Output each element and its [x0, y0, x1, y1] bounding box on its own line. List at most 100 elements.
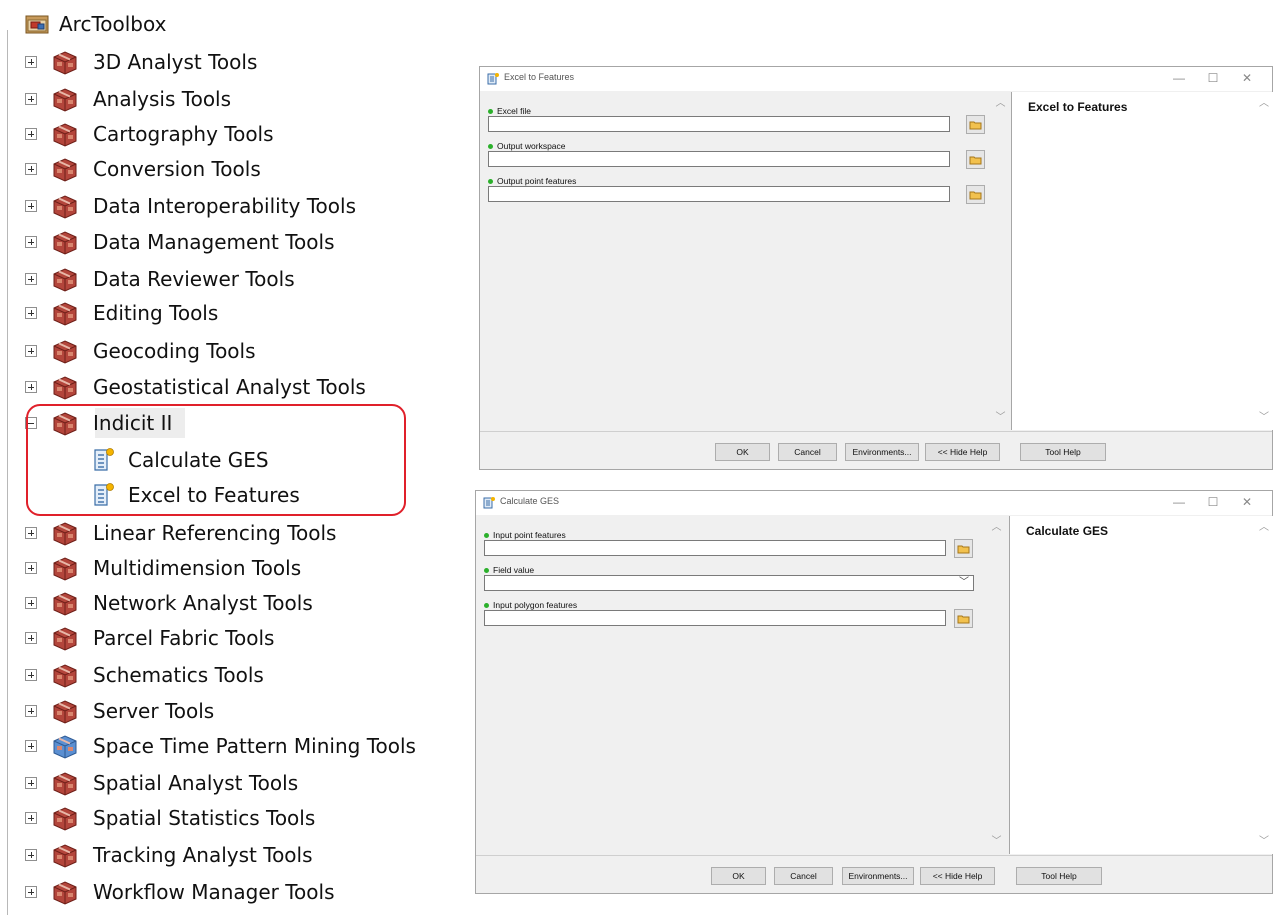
toolbox-item[interactable]: Data Management Tools — [25, 225, 334, 259]
browse-folder-icon[interactable] — [954, 539, 973, 558]
toolbox-item-label: Geostatistical Analyst Tools — [93, 375, 366, 399]
minimize-button[interactable]: — — [1162, 69, 1196, 87]
expand-icon[interactable] — [25, 849, 37, 861]
toolbox-item[interactable]: Editing Tools — [25, 296, 218, 330]
required-dot-icon — [488, 144, 493, 150]
expand-icon[interactable] — [25, 200, 37, 212]
tree-connector-line — [7, 30, 8, 915]
toolbox-item[interactable]: Workflow Manager Tools — [25, 875, 334, 909]
expand-icon[interactable] — [25, 669, 37, 681]
cancel-button[interactable]: Cancel — [778, 443, 837, 461]
expand-icon[interactable] — [25, 740, 37, 752]
toolbox-item[interactable]: Geostatistical Analyst Tools — [25, 370, 366, 404]
ok-button[interactable]: OK — [715, 443, 770, 461]
help-scroll-up-icon[interactable]: ︿ — [1257, 96, 1271, 112]
toolbox-item-label: Network Analyst Tools — [93, 591, 313, 615]
toolbox-item[interactable]: 3D Analyst Tools — [25, 45, 257, 79]
dialog-title: Excel to Features — [504, 72, 575, 82]
hide-help-button[interactable]: << Hide Help — [925, 443, 1000, 461]
toolbox-item[interactable]: Spatial Statistics Tools — [25, 801, 315, 835]
toolbox-item[interactable]: Data Reviewer Tools — [25, 262, 295, 296]
toolbox-icon — [53, 51, 77, 75]
scroll-up-icon[interactable]: ︿ — [992, 96, 1009, 112]
tool-help-button[interactable]: Tool Help — [1016, 867, 1102, 885]
toolbox-icon — [53, 376, 77, 400]
toolbox-item[interactable]: Network Analyst Tools — [25, 586, 313, 620]
toolbox-item[interactable]: Cartography Tools — [25, 117, 274, 151]
expand-icon[interactable] — [25, 562, 37, 574]
expand-icon[interactable] — [25, 93, 37, 105]
expand-icon[interactable] — [25, 56, 37, 68]
maximize-button[interactable]: ☐ — [1196, 69, 1230, 87]
expand-icon[interactable] — [25, 705, 37, 717]
expand-icon[interactable] — [25, 812, 37, 824]
scroll-down-icon[interactable]: ﹀ — [992, 410, 1009, 426]
maximize-button[interactable]: ☐ — [1196, 493, 1230, 511]
minimize-button[interactable]: — — [1162, 493, 1196, 511]
help-panel: Calculate GES ︿ ﹀ — [1009, 516, 1273, 854]
dialog-title: Calculate GES — [500, 496, 560, 506]
help-title: Calculate GES — [1026, 524, 1109, 538]
close-button[interactable]: ✕ — [1230, 493, 1264, 511]
toolbox-item[interactable]: Server Tools — [25, 694, 214, 728]
input-polygon-features-input[interactable] — [484, 610, 946, 626]
toolbox-item[interactable]: Parcel Fabric Tools — [25, 621, 274, 655]
toolbox-item[interactable]: Conversion Tools — [25, 152, 261, 186]
field-value-select[interactable]: ﹀ — [484, 575, 974, 591]
script-tool-icon — [487, 73, 499, 85]
scroll-up-icon[interactable]: ︿ — [988, 520, 1005, 536]
browse-folder-icon[interactable] — [954, 609, 973, 628]
expand-icon[interactable] — [25, 597, 37, 609]
toolbox-item-label: Cartography Tools — [93, 122, 274, 146]
help-scroll-down-icon[interactable]: ﹀ — [1257, 410, 1271, 426]
expand-icon[interactable] — [25, 128, 37, 140]
output-point-features-input[interactable] — [488, 186, 950, 202]
tool-help-button[interactable]: Tool Help — [1020, 443, 1106, 461]
environments-button[interactable]: Environments... — [842, 867, 914, 885]
toolbox-item[interactable]: Spatial Analyst Tools — [25, 766, 298, 800]
param-label: Excel file — [497, 106, 532, 116]
toolbox-root-icon — [25, 15, 49, 34]
expand-icon[interactable] — [25, 345, 37, 357]
cancel-button[interactable]: Cancel — [774, 867, 833, 885]
ok-button[interactable]: OK — [711, 867, 766, 885]
toolbox-item-label: Spatial Statistics Tools — [93, 806, 316, 830]
toolbox-icon — [53, 881, 77, 905]
toolbox-item[interactable]: Schematics Tools — [25, 658, 264, 692]
browse-folder-icon[interactable] — [966, 150, 985, 169]
help-scroll-up-icon[interactable]: ︿ — [1257, 520, 1271, 536]
toolbox-item-label: Space Time Pattern Mining Tools — [93, 734, 416, 758]
excel-file-input[interactable] — [488, 116, 950, 132]
toolbox-item-label: Multidimension Tools — [93, 556, 302, 580]
toolbox-item[interactable]: Geocoding Tools — [25, 334, 256, 368]
expand-icon[interactable] — [25, 527, 37, 539]
expand-icon[interactable] — [25, 381, 37, 393]
toolbox-root[interactable]: ArcToolbox — [25, 10, 166, 38]
parameters-scrollbar[interactable]: ︿ ﹀ — [988, 516, 1005, 854]
output-workspace-input[interactable] — [488, 151, 950, 167]
toolbox-icon — [53, 844, 77, 868]
toolbox-item[interactable]: Linear Referencing Tools — [25, 516, 336, 550]
toolbox-item[interactable]: Tracking Analyst Tools — [25, 838, 313, 872]
input-point-features-input[interactable] — [484, 540, 946, 556]
browse-folder-icon[interactable] — [966, 115, 985, 134]
environments-button[interactable]: Environments... — [845, 443, 919, 461]
expand-icon[interactable] — [25, 273, 37, 285]
toolbox-item[interactable]: Analysis Tools — [25, 82, 231, 116]
toolbox-item[interactable]: Multidimension Tools — [25, 551, 301, 585]
expand-icon[interactable] — [25, 163, 37, 175]
expand-icon[interactable] — [25, 236, 37, 248]
expand-icon[interactable] — [25, 777, 37, 789]
expand-icon[interactable] — [25, 307, 37, 319]
required-dot-icon — [484, 533, 489, 539]
close-button[interactable]: ✕ — [1230, 69, 1264, 87]
hide-help-button[interactable]: << Hide Help — [920, 867, 995, 885]
expand-icon[interactable] — [25, 886, 37, 898]
expand-icon[interactable] — [25, 632, 37, 644]
scroll-down-icon[interactable]: ﹀ — [988, 834, 1005, 850]
toolbox-item[interactable]: Data Interoperability Tools — [25, 189, 356, 223]
parameters-scrollbar[interactable]: ︿ ﹀ — [992, 92, 1009, 430]
browse-folder-icon[interactable] — [966, 185, 985, 204]
toolbox-item[interactable]: Space Time Pattern Mining Tools — [25, 729, 416, 763]
help-scroll-down-icon[interactable]: ﹀ — [1257, 834, 1271, 850]
